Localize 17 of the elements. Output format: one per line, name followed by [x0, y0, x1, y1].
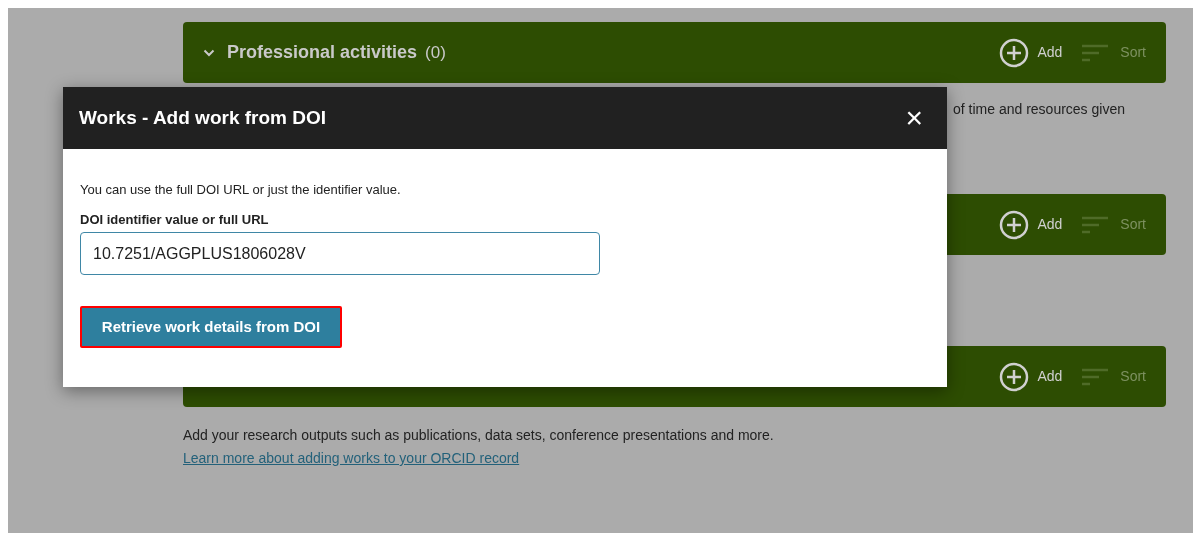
section-count: (0) [425, 41, 446, 64]
retrieve-button[interactable]: Retrieve work details from DOI [80, 306, 342, 348]
dialog-hint: You can use the full DOI URL or just the identifier value. [80, 181, 402, 199]
chevron-icon[interactable] [203, 48, 215, 57]
section-description: Add your research outputs such as publications, data sets, conference presentations and more. [183, 426, 775, 445]
close-button[interactable]: × [905, 103, 923, 133]
field-label: DOI identifier value or full URL [80, 210, 270, 229]
add-button[interactable]: Add [1037, 42, 1063, 63]
add-button[interactable]: Add [1037, 214, 1063, 235]
section-description: of time and resources given [953, 100, 1126, 119]
add-icon[interactable] [999, 37, 1030, 68]
dialog-title: Works - Add work from DOI [79, 105, 327, 130]
add-button[interactable]: Add [1037, 366, 1063, 387]
add-icon[interactable] [999, 361, 1030, 392]
section-title: Professional activities [227, 41, 418, 64]
add-icon[interactable] [999, 209, 1030, 240]
doi-input-field[interactable]: 10.7251/AGGPLUS1806028V [80, 232, 600, 275]
